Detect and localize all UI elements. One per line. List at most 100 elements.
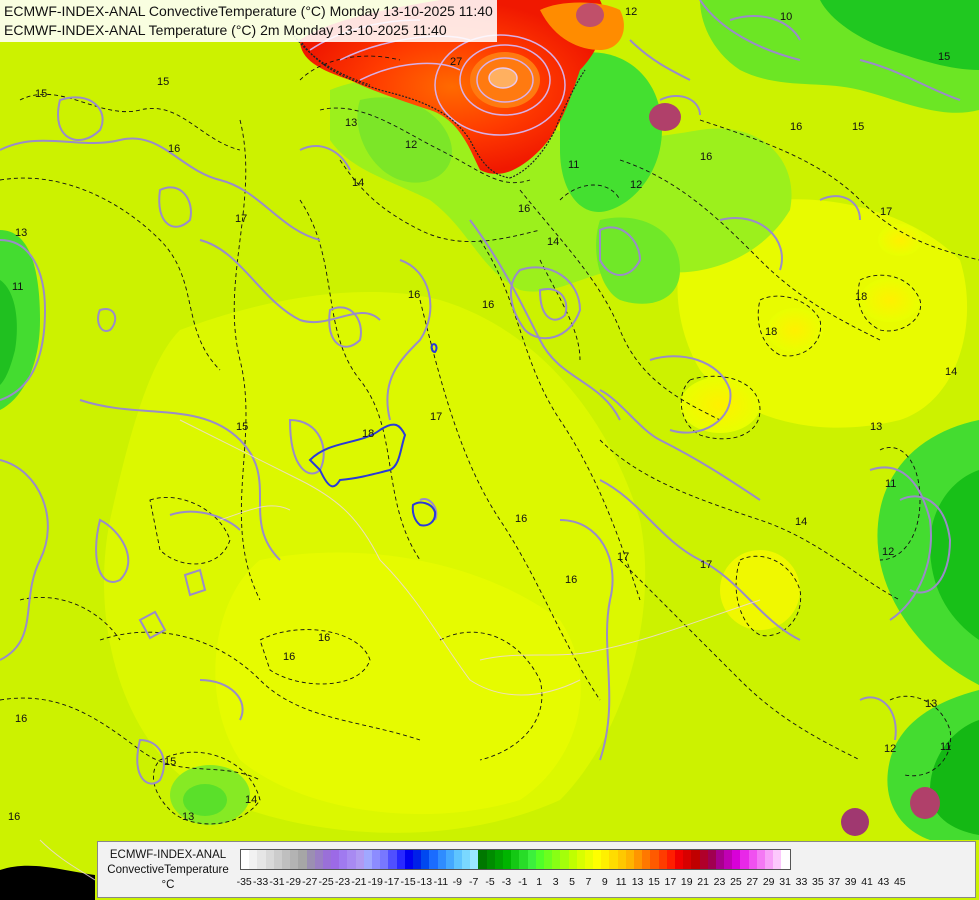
legend-swatch [257, 850, 266, 869]
contour-label: 16 [515, 513, 527, 525]
legend-tick: 19 [680, 876, 693, 888]
legend-swatch [560, 850, 569, 869]
legend-swatch [396, 850, 405, 869]
legend-swatch [691, 850, 700, 869]
storm-cell-1 [649, 103, 681, 131]
legend-swatch [273, 850, 282, 869]
contour-label: 15 [164, 756, 176, 768]
legend-tick: -25 [318, 876, 334, 888]
legend-swatch [470, 850, 479, 869]
legend-swatch [404, 850, 413, 869]
storm-cell-2 [910, 787, 940, 819]
legend-swatch [445, 850, 454, 869]
color-legend: ECMWF-INDEX-ANAL ConvectiveTemperature °… [97, 841, 976, 898]
legend-swatch [290, 850, 299, 869]
legend-swatch [519, 850, 528, 869]
legend-swatch [576, 850, 585, 869]
legend-tick: 39 [844, 876, 857, 888]
map-title-box: ECMWF-INDEX-ANAL ConvectiveTemperature (… [0, 0, 497, 42]
legend-swatch [249, 850, 258, 869]
legend-swatch [650, 850, 659, 869]
legend-swatch [642, 850, 651, 869]
contour-label: 27 [450, 56, 462, 68]
contour-label: 14 [547, 236, 559, 248]
legend-swatch [666, 850, 675, 869]
legend-tick: 21 [697, 876, 709, 888]
contour-label: 12 [625, 6, 637, 18]
contour-label: 16 [518, 203, 530, 215]
contour-label: 12 [630, 179, 642, 191]
legend-unit: °C [161, 879, 175, 891]
legend-swatch [765, 850, 774, 869]
legend-tick: -19 [367, 876, 383, 888]
legend-tick: -35 [236, 876, 252, 888]
contour-label: 15 [35, 88, 47, 100]
storm-cell-4 [576, 3, 604, 27]
contour-label: 16 [790, 121, 802, 133]
legend-swatch [494, 850, 503, 869]
contour-label: 18 [855, 291, 867, 303]
contour-label: 13 [345, 117, 357, 129]
legend-swatch [593, 850, 602, 869]
legend-swatch [568, 850, 577, 869]
legend-tick: 35 [812, 876, 824, 888]
legend-swatch [707, 850, 716, 869]
contour-label: 16 [408, 289, 420, 301]
legend-swatch [355, 850, 364, 869]
legend-swatch [265, 850, 274, 869]
contour-label: 18 [765, 326, 777, 338]
legend-swatch [781, 850, 790, 869]
legend-tick: -21 [351, 876, 367, 888]
contour-label: 17 [235, 213, 247, 225]
contour-label: 12 [882, 546, 894, 558]
contour-label: 16 [15, 713, 27, 725]
legend-color-scale [240, 849, 791, 870]
yellow-spot-5 [720, 550, 800, 630]
contour-label: 15 [852, 121, 864, 133]
contour-label: 16 [168, 143, 180, 155]
contour-label: 12 [405, 139, 417, 151]
yellow-spot-4 [680, 377, 760, 433]
legend-tick: 25 [730, 876, 742, 888]
legend-swatch [683, 850, 692, 869]
contour-label: 16 [482, 299, 494, 311]
legend-tick: -11 [433, 876, 449, 888]
legend-swatch [552, 850, 561, 869]
contour-label: 13 [15, 227, 27, 239]
legend-swatch [314, 850, 323, 869]
legend-swatch [658, 850, 667, 869]
legend-swatch [715, 850, 725, 869]
legend-tick: -33 [252, 876, 269, 888]
legend-tick: 45 [893, 876, 906, 888]
legend-swatch [535, 850, 544, 869]
weather-map: 15 15 16 13 12 14 17 13 11 16 16 14 16 1… [0, 0, 979, 900]
yellow-spot-2 [860, 278, 920, 322]
legend-swatch [748, 850, 757, 869]
storm-cell-3 [841, 808, 869, 836]
contour-label: 12 [884, 743, 896, 755]
contour-label: 15 [157, 76, 169, 88]
legend-tick: -5 [485, 876, 495, 888]
legend-swatch [363, 850, 372, 869]
legend-swatch [421, 850, 430, 869]
legend-swatch [339, 850, 348, 869]
contour-label: 11 [12, 281, 23, 293]
legend-swatch [724, 850, 733, 869]
contour-label: 11 [568, 159, 579, 171]
contour-label: 14 [945, 366, 957, 378]
yellow-spot-3 [878, 224, 922, 256]
legend-swatch [625, 850, 634, 869]
contour-label: 14 [245, 794, 257, 806]
legend-tick: -17 [384, 876, 400, 888]
legend-swatch [380, 850, 389, 869]
legend-swatch [437, 850, 446, 869]
legend-tick: 15 [648, 876, 660, 888]
contour-label: 13 [182, 811, 194, 823]
contour-label: 16 [318, 632, 330, 644]
legend-swatch [453, 850, 463, 869]
legend-tick: 13 [631, 876, 644, 888]
legend-tick: 41 [861, 876, 873, 888]
legend-title-line-2: ConvectiveTemperature [107, 864, 229, 876]
legend-swatch [601, 850, 610, 869]
legend-tick: -29 [285, 876, 301, 888]
